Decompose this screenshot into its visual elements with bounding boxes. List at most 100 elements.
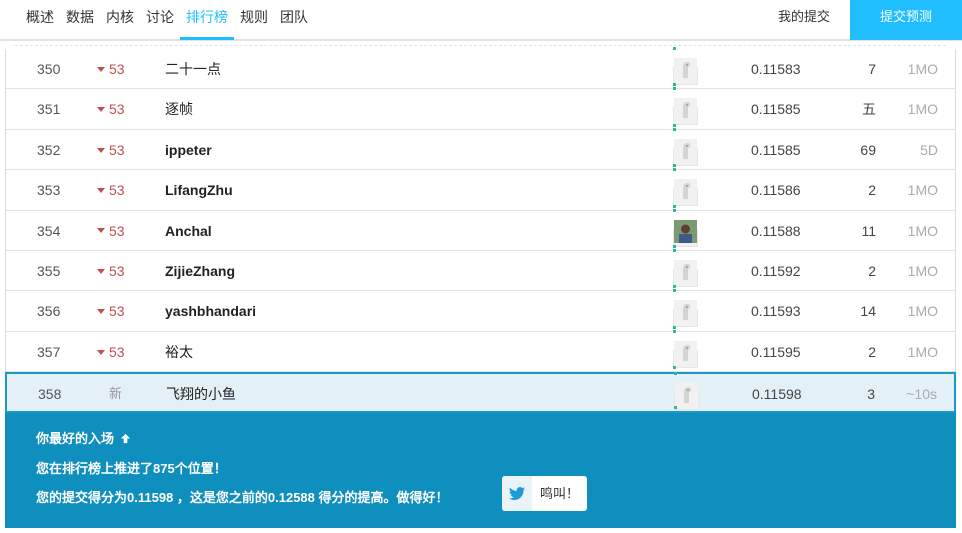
- avatar-marker-bottom: [673, 244, 676, 248]
- divider: [15, 45, 946, 46]
- tab-overview[interactable]: 概述: [20, 0, 60, 40]
- entries-cell: 2: [868, 262, 876, 279]
- team-name[interactable]: Anchal: [165, 211, 212, 251]
- tab-bar: 概述 数据 内核 讨论 排行榜 规则 团队: [20, 0, 314, 41]
- arrow-down-icon: [97, 349, 105, 355]
- tweet-button-label: 鸣叫！: [540, 486, 580, 501]
- avatar-marker-bottom: [674, 406, 677, 410]
- rank-change-cell: 53: [97, 89, 125, 129]
- best-entry-banner: 你最好的入场 您在排行榜上推进了875个位置！ 您的提交得分为0.11598 ，…: [5, 413, 956, 528]
- table-row[interactable]: 352 53 ippeter 0.11585 69 5D: [6, 127, 955, 171]
- table-row[interactable]: 355 53 ZijieZhang 0.11592 2 1MO: [6, 248, 955, 292]
- rank-change-value: 53: [109, 222, 125, 239]
- top-nav: 概述 数据 内核 讨论 排行榜 规则 团队 我的提交 提交预测: [0, 0, 962, 41]
- tweet-button[interactable]: 鸣叫！: [502, 476, 587, 511]
- rank-change-cell: 53: [97, 130, 125, 170]
- team-name[interactable]: 裕太: [165, 332, 193, 372]
- my-submissions-link[interactable]: 我的提交: [778, 0, 830, 34]
- rank-change-cell: 53: [97, 291, 125, 331]
- rank-change-cell: 53: [97, 170, 125, 210]
- avatar[interactable]: [673, 177, 698, 207]
- avatar-marker-top: [673, 248, 676, 252]
- entries-cell: 五: [862, 101, 876, 118]
- team-name[interactable]: LifangZhu: [165, 170, 233, 210]
- tab-leaderboard[interactable]: 排行榜: [180, 0, 234, 40]
- arrow-down-icon: [97, 268, 105, 274]
- rank-change-value: 53: [109, 61, 125, 77]
- table-row[interactable]: 353 53 LifangZhu 0.11586 2 1MO: [6, 168, 955, 211]
- avatar[interactable]: [673, 298, 698, 328]
- avatar[interactable]: [673, 56, 698, 85]
- team-name[interactable]: 二十一点: [165, 49, 221, 89]
- rank-change-cell: 53: [97, 332, 125, 372]
- avatar[interactable]: [673, 339, 698, 368]
- avatar-image: [673, 179, 698, 207]
- leaderboard-rows: 350 53 二十一点 0.11583 7 1MO 351 53 逐帧 0.11585 五 1MO 35…: [5, 47, 956, 414]
- entries-cell: 3: [867, 386, 875, 403]
- score-cell: 0.11588: [751, 222, 801, 239]
- team-name[interactable]: 逐帧: [165, 89, 193, 129]
- my-table-row[interactable]: 358 新 飞翔的小鱼 0.11598 3 ~10s: [5, 372, 956, 414]
- score-cell: 0.11592: [751, 262, 801, 279]
- arrow-up-icon: [120, 433, 130, 444]
- avatar[interactable]: [673, 137, 698, 166]
- avatar-marker-bottom: [673, 285, 676, 289]
- rank-cell: 358: [38, 386, 62, 403]
- team-name[interactable]: 飞翔的小鱼: [166, 374, 236, 414]
- score-cell: 0.11598: [752, 386, 802, 403]
- avatar-image: [673, 98, 698, 126]
- last-submission-cell: 1MO: [907, 182, 938, 199]
- avatar-marker-top: [673, 127, 676, 131]
- last-submission-cell: 1MO: [907, 61, 938, 77]
- rank-change-value: 53: [109, 182, 125, 199]
- team-name[interactable]: yashbhandari: [165, 291, 256, 331]
- page-bottom: [0, 528, 962, 533]
- rank-change-cell: 53: [97, 251, 125, 291]
- table-row[interactable]: 350 53 二十一点 0.11583 7 1MO: [6, 47, 955, 90]
- rank-cell: 355: [37, 262, 61, 279]
- avatar-marker-bottom: [673, 164, 676, 168]
- table-row[interactable]: 351 53 逐帧 0.11585 五 1MO: [6, 87, 955, 130]
- rank-cell: 350: [37, 61, 61, 77]
- arrow-down-icon: [97, 309, 105, 315]
- table-row[interactable]: 354 53 Anchal 0.11588 11 1MO: [6, 208, 955, 251]
- avatar-image: [673, 138, 698, 166]
- entries-cell: 7: [868, 61, 876, 77]
- rank-cell: 357: [37, 343, 61, 360]
- banner-score-text: 您的提交得分为0.11598 ，这是您之前的0.12588 得分的提高。做得好！: [36, 490, 449, 505]
- last-submission-cell: 1MO: [907, 222, 938, 239]
- team-name[interactable]: ippeter: [165, 130, 212, 170]
- arrow-down-icon: [97, 107, 105, 113]
- avatar-marker-top: [673, 329, 676, 333]
- twitter-icon: [502, 476, 532, 511]
- avatar-image: [673, 300, 698, 328]
- entries-cell: 69: [860, 141, 876, 158]
- tab-kernels[interactable]: 内核: [100, 0, 140, 40]
- avatar[interactable]: [673, 96, 698, 126]
- avatar-marker-bottom: [673, 204, 676, 208]
- avatar-marker-top: [673, 208, 676, 212]
- rank-cell: 351: [37, 101, 61, 118]
- table-row[interactable]: 356 53 yashbhandari 0.11593 14 1MO: [6, 289, 955, 332]
- tab-rules[interactable]: 规则: [234, 0, 274, 40]
- arrow-down-icon: [97, 187, 105, 193]
- arrow-down-icon: [97, 147, 105, 153]
- avatar-marker-top: [673, 168, 676, 172]
- avatar[interactable]: [673, 258, 698, 287]
- last-submission-cell: 5D: [920, 141, 938, 158]
- tab-discussion[interactable]: 讨论: [140, 0, 180, 40]
- avatar-image: [673, 219, 698, 247]
- rank-change-cell: 53: [97, 49, 125, 89]
- tab-data[interactable]: 数据: [60, 0, 100, 40]
- last-submission-cell: ~10s: [906, 386, 937, 403]
- team-name[interactable]: ZijieZhang: [165, 251, 235, 291]
- avatar[interactable]: [673, 218, 698, 247]
- entries-cell: 11: [861, 222, 876, 239]
- avatar-image: [673, 58, 698, 85]
- submit-predictions-button[interactable]: 提交预测: [850, 0, 962, 40]
- table-row[interactable]: 357 53 裕太 0.11595 2 1MO: [6, 329, 955, 373]
- rank-change-value: 53: [109, 303, 125, 320]
- avatar[interactable]: [674, 381, 699, 411]
- avatar-marker-top: [673, 87, 676, 91]
- tab-team[interactable]: 团队: [274, 0, 314, 40]
